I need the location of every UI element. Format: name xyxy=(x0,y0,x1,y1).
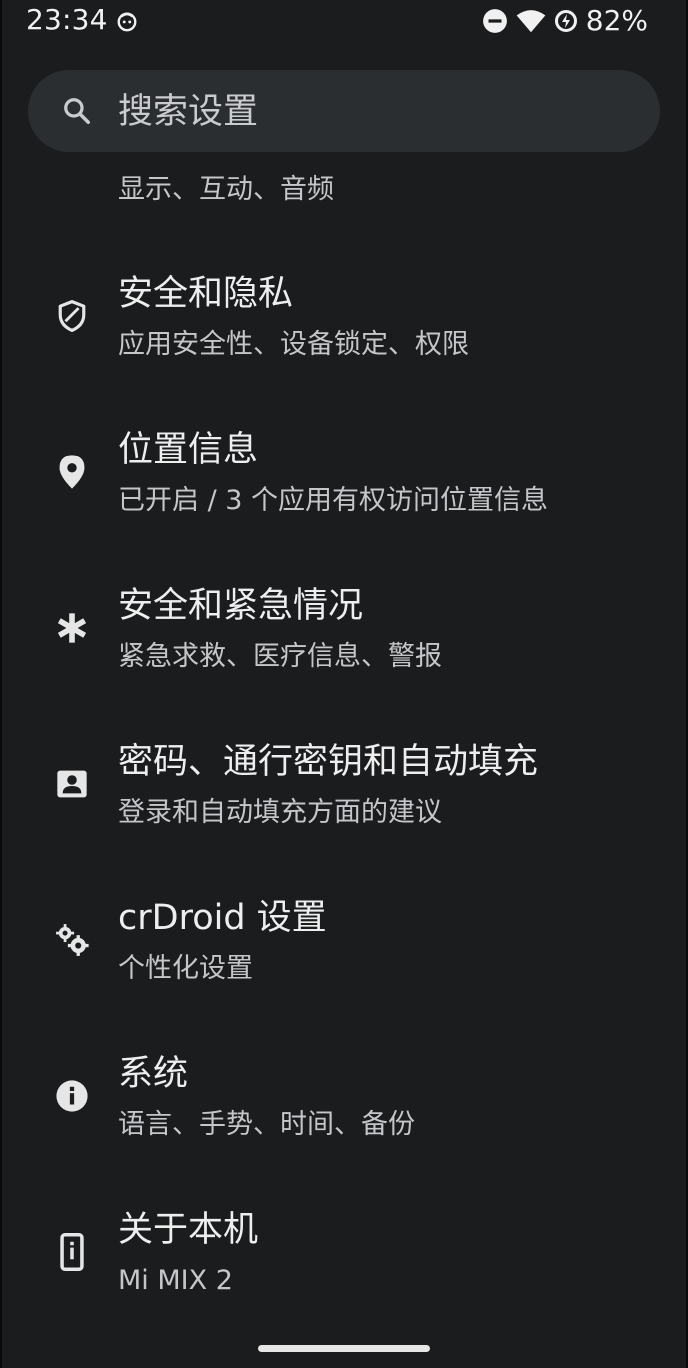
status-time: 23:34 xyxy=(26,3,108,36)
status-icons: 82% xyxy=(482,6,648,36)
settings-item-title: 关于本机 xyxy=(118,1210,259,1250)
settings-item-title: 安全和紧急情况 xyxy=(118,586,364,626)
phone-info-icon xyxy=(52,1232,92,1272)
shield-icon xyxy=(52,296,92,336)
settings-item-subtitle: 个性化设置 xyxy=(118,953,253,984)
settings-item-subtitle: 紧急求救、医疗信息、警报 xyxy=(118,641,442,672)
settings-item-safety-emergency[interactable]: 安全和紧急情况 紧急求救、医疗信息、警报 xyxy=(0,568,688,724)
settings-item-security-privacy[interactable]: 安全和隐私 应用安全性、设备锁定、权限 xyxy=(0,256,688,412)
settings-item-subtitle: 应用安全性、设备锁定、权限 xyxy=(118,329,469,360)
do-not-disturb-icon xyxy=(482,9,507,33)
settings-item-title: 系统 xyxy=(118,1054,189,1094)
search-placeholder: 搜索设置 xyxy=(118,92,259,132)
settings-item-subtitle: Mi MIX 2 xyxy=(118,1265,233,1296)
settings-item-title: 安全和隐私 xyxy=(118,274,294,314)
status-bar: 23:34 82% xyxy=(0,0,688,44)
battery-saver-icon xyxy=(554,10,577,32)
settings-item-title: crDroid 设置 xyxy=(118,898,327,938)
account-box-icon xyxy=(52,764,92,804)
battery-percent: 82% xyxy=(585,4,648,37)
asterisk-icon xyxy=(52,608,92,648)
settings-item-crdroid[interactable]: crDroid 设置 个性化设置 xyxy=(0,880,688,1036)
search-icon xyxy=(64,98,90,124)
gesture-navigation-bar[interactable] xyxy=(258,1345,430,1352)
face-notification-icon xyxy=(117,12,137,32)
settings-item-subtitle: 已开启 / 3 个应用有权访问位置信息 xyxy=(118,485,549,516)
search-bar[interactable]: 搜索设置 xyxy=(28,70,660,152)
settings-item-subtitle: 登录和自动填充方面的建议 xyxy=(118,797,442,828)
settings-item-system[interactable]: 系统 语言、手势、时间、备份 xyxy=(0,1036,688,1192)
settings-item-subtitle: 语言、手势、时间、备份 xyxy=(118,1109,415,1140)
settings-item-title: 密码、通行密钥和自动填充 xyxy=(118,742,539,782)
settings-item-location[interactable]: 位置信息 已开启 / 3 个应用有权访问位置信息 xyxy=(0,412,688,568)
settings-item-title: 位置信息 xyxy=(118,430,259,470)
location-pin-icon xyxy=(52,452,92,492)
wifi-icon xyxy=(516,10,546,33)
info-icon xyxy=(52,1076,92,1116)
partial-item-subtitle[interactable]: 显示、互动、音频 xyxy=(118,172,334,208)
gears-icon xyxy=(52,920,92,960)
settings-item-about-phone[interactable]: 关于本机 Mi MIX 2 xyxy=(0,1192,688,1348)
settings-item-passwords-autofill[interactable]: 密码、通行密钥和自动填充 登录和自动填充方面的建议 xyxy=(0,724,688,880)
settings-list: 安全和隐私 应用安全性、设备锁定、权限 位置信息 已开启 / 3 个应用有权访问… xyxy=(0,256,688,1348)
